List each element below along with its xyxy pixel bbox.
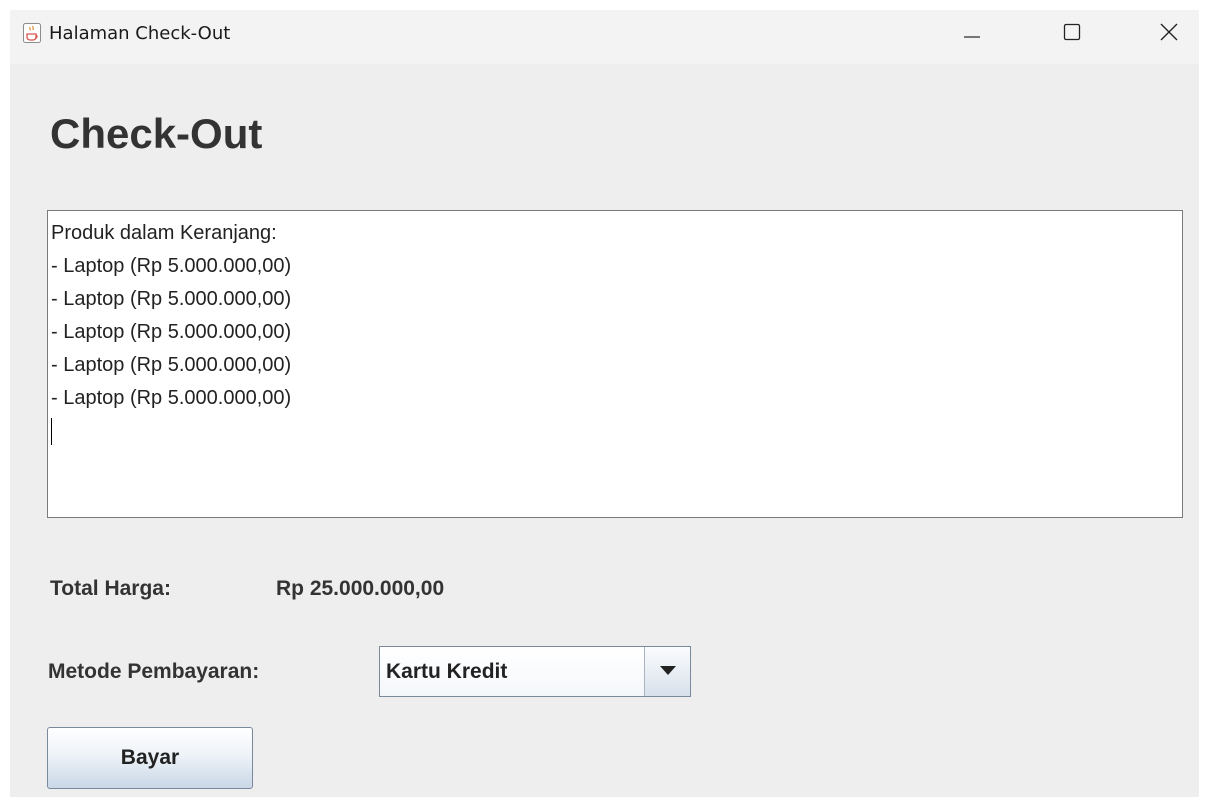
text-caret [51, 418, 52, 445]
window-title: Halaman Check-Out [49, 23, 231, 44]
cart-item-line: - Laptop (Rp 5.000.000,00) [51, 321, 292, 343]
page-title: Check-Out [50, 110, 263, 157]
cart-header-line: Produk dalam Keranjang: [51, 222, 277, 244]
maximize-button[interactable] [1044, 10, 1100, 58]
total-price-label: Total Harga: [50, 577, 171, 600]
payment-method-label: Metode Pembayaran: [48, 660, 260, 683]
cart-item-line: - Laptop (Rp 5.000.000,00) [51, 354, 292, 376]
close-icon [1159, 22, 1179, 47]
triangle-down-icon [659, 663, 676, 681]
minimize-icon [963, 23, 981, 46]
cart-text-area[interactable]: Produk dalam Keranjang: - Laptop (Rp 5.0… [47, 210, 1183, 518]
dropdown-arrow-button[interactable] [645, 647, 690, 696]
close-button[interactable] [1141, 10, 1197, 58]
minimize-button[interactable] [944, 10, 1000, 58]
payment-method-select[interactable]: Kartu Kredit [379, 646, 691, 697]
cart-item-line: - Laptop (Rp 5.000.000,00) [51, 288, 292, 310]
pay-button[interactable]: Bayar [47, 727, 253, 789]
java-cup-icon [23, 23, 41, 43]
cart-item-line: - Laptop (Rp 5.000.000,00) [51, 387, 292, 409]
maximize-icon [1063, 23, 1081, 46]
payment-method-selected[interactable]: Kartu Kredit [380, 647, 645, 696]
title-bar[interactable]: Halaman Check-Out [10, 10, 1199, 64]
total-price-value: Rp 25.000.000,00 [276, 577, 445, 600]
checkout-window: Halaman Check-Out Check-Out Produk dalam… [10, 10, 1199, 797]
cart-item-line: - Laptop (Rp 5.000.000,00) [51, 255, 292, 277]
